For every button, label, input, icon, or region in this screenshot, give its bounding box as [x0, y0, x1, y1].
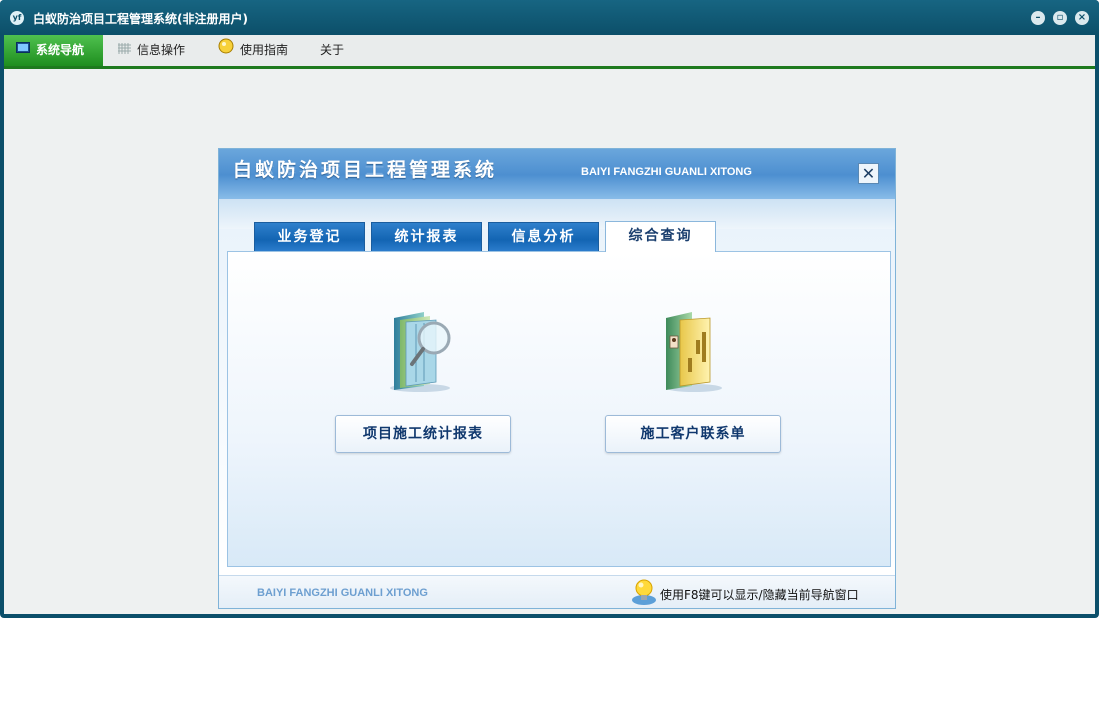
dialog-title-reflection: 白蚁防治项目工程管理系统 — [233, 164, 498, 175]
navigation-dialog: 白蚁防治项目工程管理系统 白蚁防治项目工程管理系统 BAIYI FANGZHI … — [218, 148, 896, 609]
main-window: yf 白蚁防治项目工程管理系统(非注册用户) – ▫ × 系统导航 信息操作 使… — [0, 0, 1099, 618]
dialog-close-icon[interactable]: ✕ — [858, 163, 879, 184]
title-bar[interactable]: yf 白蚁防治项目工程管理系统(非注册用户) – ▫ × — [0, 0, 1099, 35]
folder-search-icon — [384, 310, 464, 398]
tab-business-register[interactable]: 业务登记 — [254, 222, 365, 252]
menu-label: 使用指南 — [240, 43, 289, 57]
tab-info-analysis[interactable]: 信息分析 — [488, 222, 599, 252]
window-title: 白蚁防治项目工程管理系统(非注册用户) — [33, 12, 248, 26]
customer-contact-sheet-button[interactable]: 施工客户联系单 — [605, 415, 781, 453]
menu-item-info-ops[interactable]: 信息操作 — [118, 35, 185, 66]
dialog-subtitle: BAIYI FANGZHI GUANLI XITONG — [581, 166, 752, 178]
menu-label: 系统导航 — [36, 43, 85, 57]
contact-folder-icon — [658, 310, 738, 398]
menu-item-user-guide[interactable]: 使用指南 — [218, 35, 288, 66]
menu-bar: 系统导航 信息操作 使用指南 关于 — [4, 35, 1095, 69]
footer-brand: BAIYI FANGZHI GUANLI XITONG — [257, 587, 428, 599]
minimize-icon[interactable]: – — [1031, 11, 1045, 25]
dialog-footer: BAIYI FANGZHI GUANLI XITONG 使用F8键可以显示/隐藏… — [219, 575, 895, 608]
grid-icon — [118, 35, 131, 66]
tab-comprehensive-query[interactable]: 综合查询 — [605, 221, 716, 252]
lightbulb-icon — [630, 577, 660, 608]
menu-label: 关于 — [320, 43, 345, 57]
dialog-header: 白蚁防治项目工程管理系统 白蚁防治项目工程管理系统 BAIYI FANGZHI … — [219, 149, 895, 201]
tab-statistics-report[interactable]: 统计报表 — [371, 222, 482, 252]
f8-tip-text: 使用F8键可以显示/隐藏当前导航窗口 — [660, 588, 859, 602]
tab-content-panel: 项目施工统计报表 施工客户联系单 — [227, 251, 891, 567]
yf-logo-icon: yf — [10, 11, 24, 25]
menu-item-system-nav[interactable]: 系统导航 — [4, 35, 103, 66]
project-construction-report-button[interactable]: 项目施工统计报表 — [335, 415, 511, 453]
bulb-icon — [218, 35, 234, 66]
menu-item-about[interactable]: 关于 — [320, 35, 344, 66]
menu-label: 信息操作 — [137, 43, 186, 57]
restore-icon[interactable]: ▫ — [1053, 11, 1067, 25]
close-icon[interactable]: × — [1075, 11, 1089, 25]
monitor-icon — [16, 35, 30, 66]
